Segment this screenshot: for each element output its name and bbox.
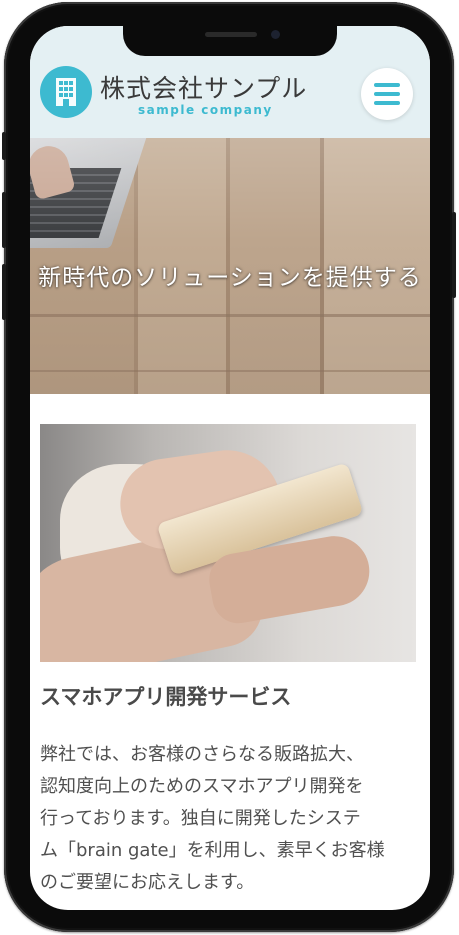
phone-frame: 株式会社サンプル sample company 新時代のソリューションを提供する: [2, 2, 456, 932]
building-icon[interactable]: [40, 66, 92, 118]
brand-name[interactable]: 株式会社サンプル: [100, 69, 307, 105]
description-line: のご要望にお応えします。: [40, 872, 255, 893]
power-button: [452, 212, 456, 298]
hamburger-menu-icon: [374, 83, 400, 87]
description-line: ム「brain gate」を利用し、素早くお客様: [40, 840, 385, 861]
brand-tagline: sample company: [138, 103, 273, 117]
service-title: スマホアプリ開発サービス: [40, 685, 292, 709]
front-camera-icon: [271, 30, 280, 39]
speaker-grille: [205, 32, 257, 37]
hero-banner: 新時代のソリューションを提供する: [30, 138, 430, 394]
hamburger-menu-icon: [374, 101, 400, 105]
mute-switch: [2, 132, 6, 160]
smartphone-photo: [40, 424, 416, 662]
description-line: 行っております。独自に開発したシステ: [40, 808, 361, 829]
notch: [123, 26, 337, 56]
volume-up-button: [2, 192, 6, 248]
phone-screen: 株式会社サンプル sample company 新時代のソリューションを提供する: [30, 26, 430, 910]
hero-title: 新時代のソリューションを提供する: [38, 265, 422, 291]
hamburger-menu-icon: [374, 92, 400, 96]
volume-down-button: [2, 264, 6, 320]
hamburger-menu-button[interactable]: [361, 68, 413, 120]
service-description: 弊社では、お客様のさらなる販路拡大、 認知度向上のためのスマホアプリ開発を 行っ…: [40, 739, 420, 899]
description-line: 認知度向上のためのスマホアプリ開発を: [40, 776, 364, 797]
description-line: 弊社では、お客様のさらなる販路拡大、: [40, 744, 364, 765]
